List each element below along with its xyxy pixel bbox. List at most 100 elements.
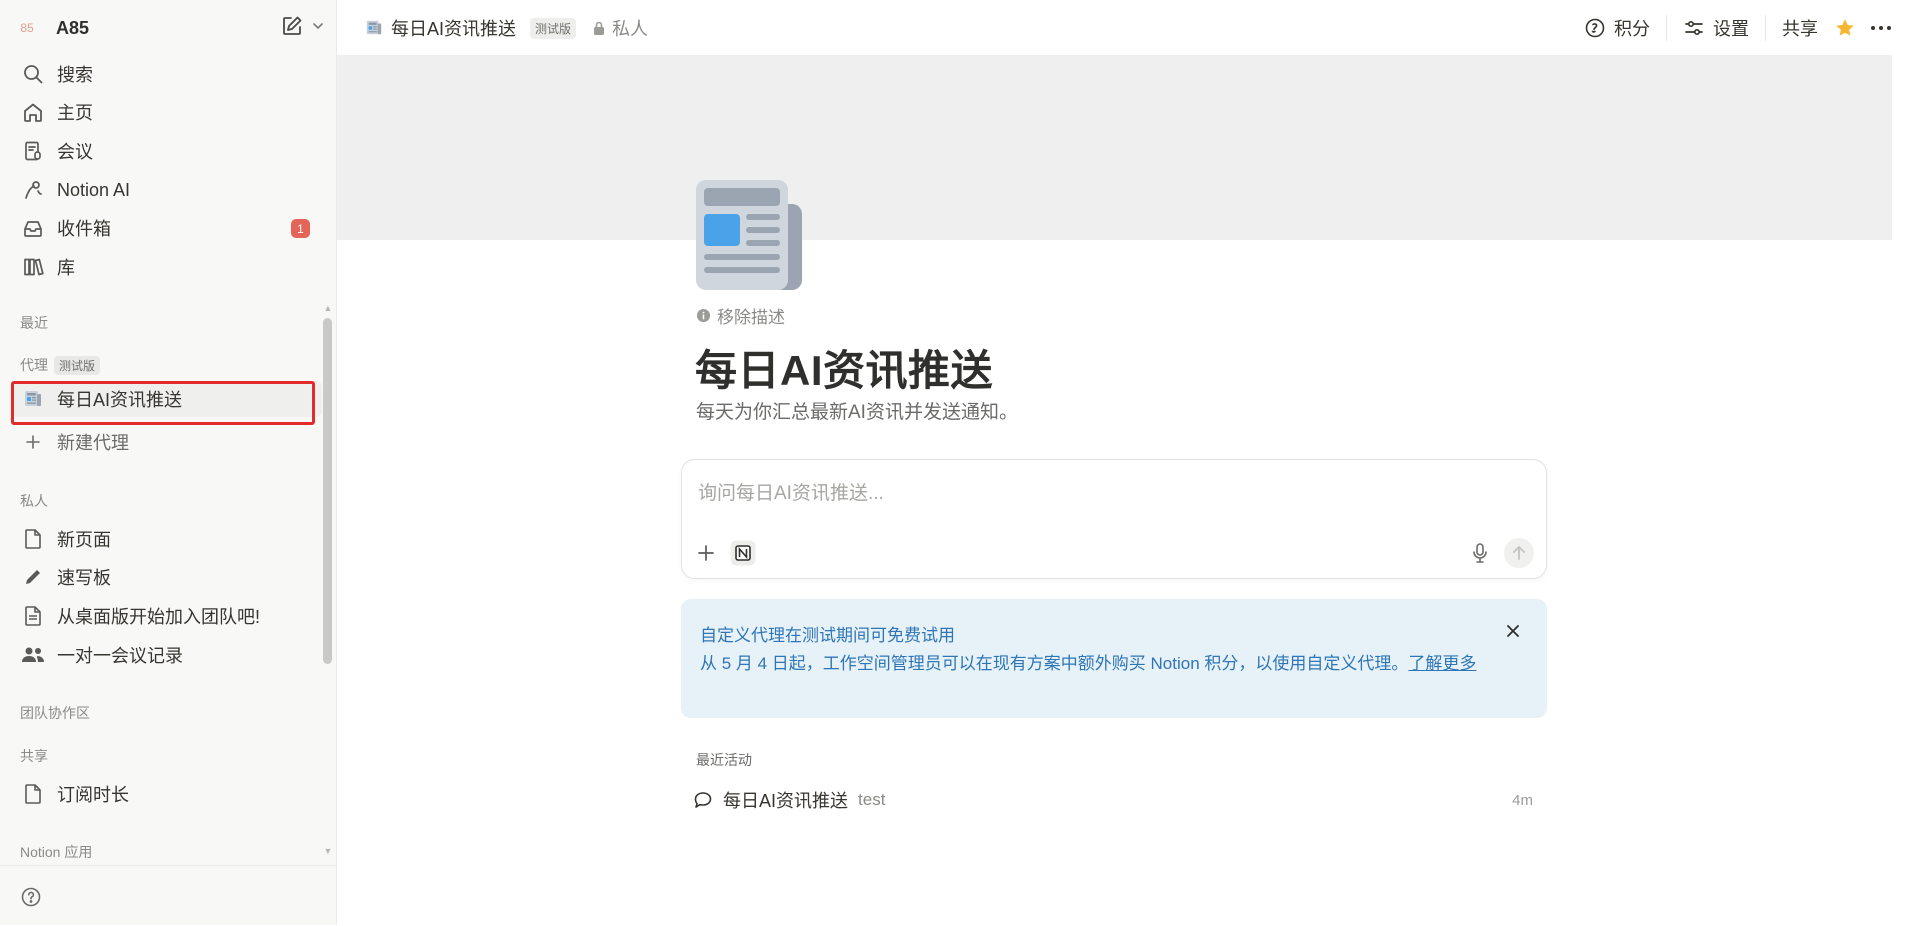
sidebar-item-label: 主页 — [57, 103, 93, 123]
people-icon — [20, 642, 46, 668]
scroll-up-arrow[interactable]: ▲ — [322, 303, 334, 313]
search-icon — [20, 61, 46, 87]
workspace-name: A85 — [56, 17, 90, 38]
sidebar-item-one-on-one[interactable]: 一对一会议记录 — [12, 637, 322, 673]
more-options-button[interactable] — [1862, 12, 1910, 44]
sidebar-item-new-page[interactable]: 新页面 — [12, 521, 322, 557]
agent-chat-box[interactable]: 询问每日AI资讯推送... — [681, 459, 1547, 579]
favorite-button[interactable] — [1828, 12, 1862, 44]
notion-source-icon[interactable] — [730, 540, 756, 566]
breadcrumb-title: 每日AI资讯推送 — [391, 19, 517, 39]
share-button[interactable]: 共享 — [1772, 12, 1828, 44]
new-page-icon[interactable] — [280, 14, 304, 38]
meeting-icon — [20, 138, 46, 164]
send-button[interactable] — [1504, 538, 1534, 568]
privacy-label: 私人 — [612, 19, 649, 39]
chevron-down-icon[interactable] — [310, 18, 326, 34]
credits-label: 积分 — [1614, 19, 1650, 39]
sidebar-item-notion-ai[interactable]: Notion AI — [12, 172, 322, 208]
privacy-indicator[interactable]: 私人 — [592, 15, 648, 41]
info-icon — [696, 308, 711, 323]
sidebar-item-label: 订阅时长 — [57, 785, 129, 805]
sidebar-item-search[interactable]: 搜索 — [12, 56, 322, 92]
comment-icon — [693, 790, 713, 810]
section-notion-apps[interactable]: Notion 应用 — [20, 842, 92, 862]
learn-more-link[interactable]: 了解更多 — [1408, 654, 1476, 673]
microphone-icon[interactable] — [1470, 542, 1490, 564]
section-agents[interactable]: 代理 测试版 — [20, 355, 101, 375]
credits-icon — [1584, 17, 1606, 39]
new-agent-button[interactable]: 新建代理 — [12, 424, 322, 460]
sidebar-item-join-team[interactable]: 从桌面版开始加入团队吧! — [12, 598, 322, 634]
sidebar-item-label: 新页面 — [57, 530, 111, 550]
lock-icon — [592, 20, 606, 36]
toolbar-divider — [1666, 15, 1667, 41]
sidebar-item-label: 收件箱 — [57, 219, 111, 239]
toolbar-divider — [1765, 15, 1766, 41]
new-agent-label: 新建代理 — [57, 433, 129, 453]
chat-input[interactable]: 询问每日AI资讯推送... — [698, 478, 884, 505]
breadcrumb[interactable]: 每日AI资讯推送 测试版 私人 — [365, 14, 648, 42]
share-label: 共享 — [1782, 19, 1818, 39]
plus-icon — [20, 429, 46, 455]
help-icon[interactable] — [20, 886, 42, 908]
star-icon — [1834, 17, 1856, 39]
newspaper-icon — [365, 19, 383, 37]
notice-body: 从 5 月 4 日起，工作空间管理员可以在现有方案中额外购买 Notion 积分… — [700, 651, 1490, 676]
section-private-label: 私人 — [20, 493, 48, 509]
page-title[interactable]: 每日AI资讯推送 — [695, 337, 993, 398]
scroll-down-arrow[interactable]: ▼ — [322, 846, 334, 856]
section-recent-label: 最近 — [20, 315, 48, 331]
settings-button[interactable]: 设置 — [1673, 12, 1759, 44]
sliders-icon — [1683, 17, 1705, 39]
sidebar-item-label: 会议 — [57, 142, 93, 162]
sidebar-item-library[interactable]: 库 — [12, 249, 322, 285]
sidebar-item-label: 一对一会议记录 — [57, 646, 183, 666]
page-cover[interactable] — [337, 55, 1892, 240]
sidebar-scrollbar[interactable] — [323, 318, 332, 664]
sidebar-item-label: Notion AI — [57, 179, 131, 200]
sidebar-item-inbox[interactable]: 收件箱 1 — [12, 210, 322, 246]
sidebar-item-label: 速写板 — [57, 568, 111, 588]
section-shared-label: 共享 — [20, 748, 48, 764]
beta-badge: 测试版 — [54, 355, 101, 375]
page-description[interactable]: 每天为你汇总最新AI资讯并发送通知。 — [696, 397, 1018, 424]
notice-title: 自定义代理在测试期间可免费试用 — [700, 626, 955, 645]
more-icon — [1870, 25, 1892, 31]
section-shared[interactable]: 共享 — [20, 746, 48, 766]
newspaper-icon — [20, 386, 46, 412]
section-notion-apps-label: Notion 应用 — [20, 844, 93, 860]
notion-ai-icon — [20, 177, 46, 203]
close-icon[interactable] — [1501, 619, 1525, 643]
section-agents-label: 代理 — [20, 357, 48, 373]
library-icon — [20, 254, 46, 280]
workspace-switcher[interactable]: 85 A85 — [14, 12, 326, 44]
workspace-logo: 85 — [20, 21, 34, 35]
section-recent[interactable]: 最近 — [20, 313, 48, 333]
sidebar-item-meetings[interactable]: 会议 — [12, 133, 322, 169]
sidebar-item-subscription[interactable]: 订阅时长 — [12, 776, 322, 812]
page-icon — [20, 526, 46, 552]
arrow-up-icon — [1512, 545, 1526, 561]
sidebar-item-home[interactable]: 主页 — [12, 94, 322, 130]
section-private[interactable]: 私人 — [20, 491, 48, 511]
sidebar-item-daily-ai-news[interactable]: 每日AI资讯推送 — [12, 381, 322, 417]
page-icon — [20, 603, 46, 629]
remove-description-button[interactable]: 移除描述 — [696, 303, 785, 328]
activity-time: 4m — [1512, 791, 1533, 809]
home-icon — [20, 99, 46, 125]
credits-button[interactable]: 积分 — [1574, 12, 1660, 44]
sidebar-item-label: 从桌面版开始加入团队吧! — [57, 607, 260, 627]
recent-activity-label: 最近活动 — [696, 752, 752, 768]
section-teamspaces[interactable]: 团队协作区 — [20, 703, 90, 723]
add-attachment-icon[interactable] — [696, 543, 716, 563]
sidebar-item-scratchpad[interactable]: 速写板 — [12, 559, 322, 595]
inbox-icon — [20, 215, 46, 241]
beta-badge: 测试版 — [530, 17, 577, 39]
sidebar-item-label: 库 — [57, 258, 75, 278]
sidebar-item-label: 搜索 — [57, 65, 93, 85]
activity-item[interactable]: 每日AI资讯推送 test 4m — [693, 783, 1541, 817]
page-icon — [20, 781, 46, 807]
activity-detail: test — [858, 790, 886, 809]
newspaper-icon[interactable] — [694, 178, 810, 294]
